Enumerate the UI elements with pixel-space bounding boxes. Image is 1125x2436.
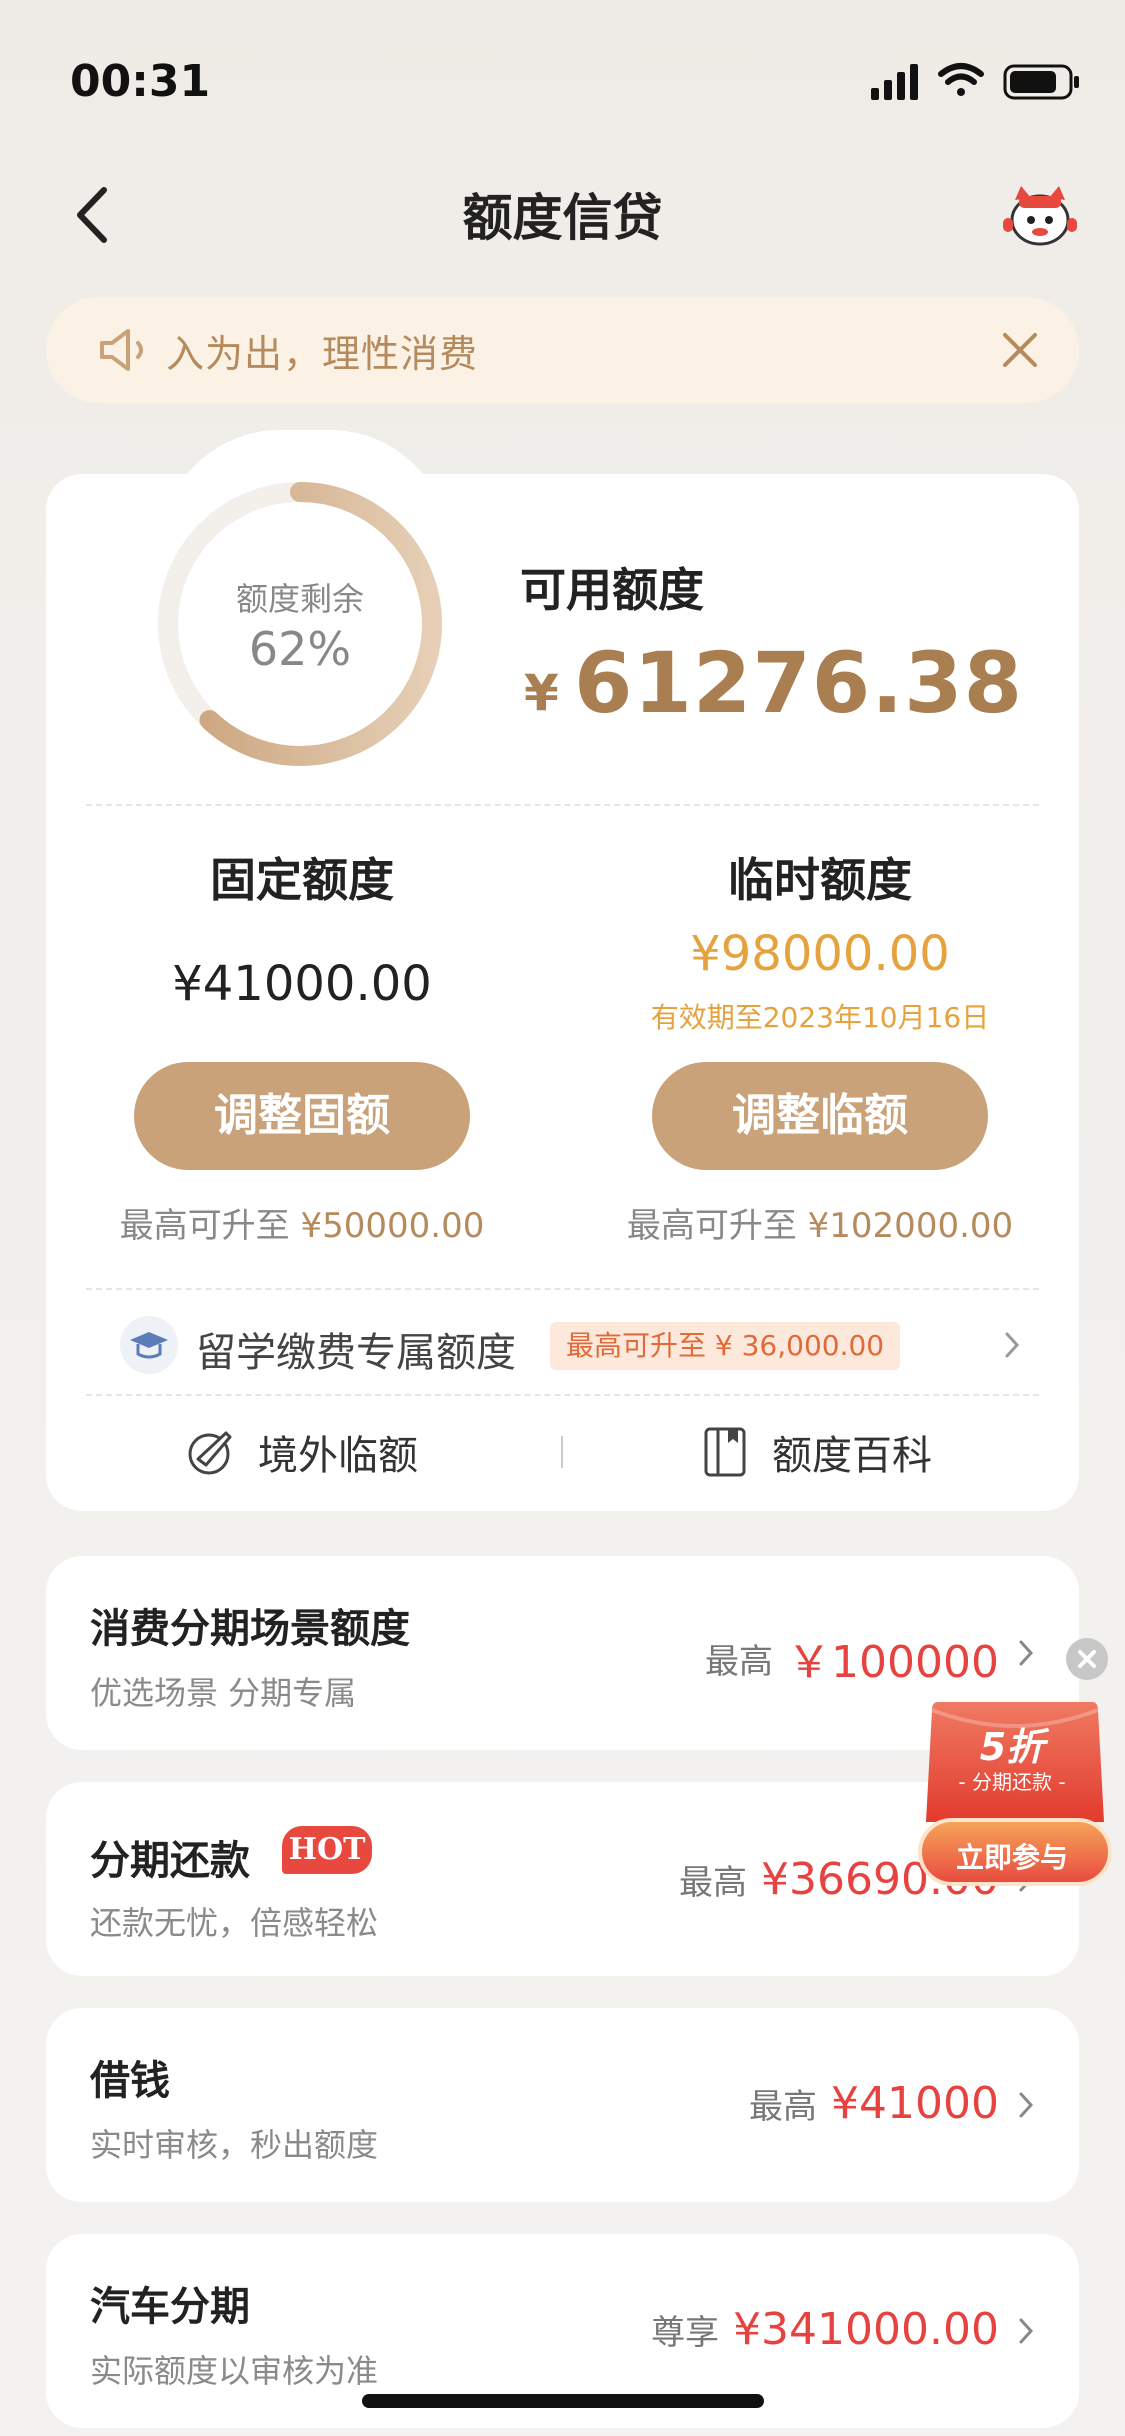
battery-icon: [1003, 64, 1079, 100]
list-item-title: 分期还款: [90, 1838, 250, 1884]
status-icons: [871, 63, 1079, 100]
temp-amount: ¥98000.00: [690, 926, 950, 982]
list-item-amount: ¥341000.00: [733, 2304, 999, 2355]
overseas-label: 境外临额: [258, 1433, 418, 1479]
list-item-title: 消费分期场景额度: [90, 1606, 410, 1652]
credit-card: 额度剩余 62% 可用额度 ¥ 61276.38 固定额度 ¥41000.00 …: [46, 474, 1079, 1511]
temp-title: 临时额度: [728, 853, 912, 907]
study-abroad-label[interactable]: 留学缴费专属额度: [196, 1320, 516, 1378]
encyclopedia-link[interactable]: 额度百科: [700, 1424, 932, 1480]
divider: [86, 804, 1039, 806]
status-time: 00:31: [70, 56, 211, 107]
adjust-fixed-button[interactable]: 调整固额: [134, 1062, 470, 1170]
list-item-prefix: 最高: [749, 2087, 818, 2127]
mascot-icon[interactable]: [1001, 180, 1079, 250]
notice-bar: 入为出，理性消费: [46, 297, 1079, 403]
list-item-prefix: 最高: [679, 1863, 748, 1903]
signal-icon: [871, 64, 918, 100]
list-item-prefix: 最高: [705, 1641, 774, 1682]
hot-badge: HOT: [282, 1826, 372, 1874]
encyclopedia-label: 额度百科: [772, 1433, 932, 1479]
link-divider: [561, 1436, 563, 1468]
promo-join-button[interactable]: 立即参与: [918, 1836, 1106, 1876]
wifi-icon: [938, 63, 984, 96]
list-item-value: 最高 ¥41000: [749, 2078, 999, 2129]
available-amount: 61276.38: [574, 634, 1024, 732]
adjust-temp-button[interactable]: 调整临额: [652, 1062, 988, 1170]
fixed-title: 固定额度: [210, 853, 394, 907]
chevron-right-icon: [1019, 2318, 1034, 2344]
temp-max: 最高可升至 ¥102000.00: [590, 1198, 1050, 1247]
temp-valid-until: 有效期至2023年10月16日: [650, 1001, 990, 1034]
divider: [86, 1288, 1039, 1290]
chevron-right-icon[interactable]: [1001, 1328, 1023, 1362]
available-currency: ¥: [524, 664, 559, 722]
list-item-subtitle: 实际额度以审核为准: [90, 2352, 379, 2390]
study-abroad-tag: 最高可升至 ¥ 36,000.00: [550, 1322, 901, 1370]
promo-discount: 5折: [979, 1725, 1045, 1769]
page-title: 额度信贷: [462, 189, 663, 247]
book-icon: [704, 1427, 746, 1477]
list-item-borrow[interactable]: 借钱 实时审核，秒出额度 最高 ¥41000: [46, 2008, 1079, 2202]
chevron-right-icon: [1019, 2092, 1034, 2118]
ring-label: 额度剩余: [235, 580, 364, 618]
list-item-title: 借钱: [90, 2058, 170, 2104]
fixed-max: 最高可升至 ¥50000.00: [72, 1198, 532, 1247]
chevron-right-icon: [1019, 1640, 1034, 1666]
temp-max-value: ¥102000.00: [807, 1206, 1014, 1246]
list-item-amount: ￥100000: [787, 1637, 999, 1688]
close-icon: [1078, 1650, 1096, 1668]
temp-max-prefix: 最高可升至: [626, 1206, 797, 1246]
list-item-prefix: 尊享: [651, 2313, 720, 2353]
overseas-link[interactable]: 境外临额: [184, 1424, 418, 1480]
speaker-icon: [100, 329, 143, 371]
list-item-title: 汽车分期: [90, 2284, 250, 2330]
list-item-subtitle: 还款无忧，倍感轻松: [90, 1904, 379, 1942]
close-icon[interactable]: [997, 327, 1043, 373]
ring-percent: 62%: [248, 622, 352, 676]
graduation-cap-icon: [120, 1316, 178, 1374]
promo-subtitle: - 分期还款 -: [958, 1770, 1066, 1794]
plane-globe-icon: [188, 1431, 232, 1475]
fixed-max-value: ¥50000.00: [300, 1206, 485, 1246]
fixed-amount: ¥41000.00: [172, 956, 432, 1012]
fixed-max-prefix: 最高可升至: [119, 1206, 290, 1246]
list-item-value: 尊享 ¥341000.00: [651, 2304, 999, 2355]
notice-text: 入为出，理性消费: [166, 332, 479, 376]
promo-close-button[interactable]: [1066, 1638, 1108, 1680]
home-indicator: [362, 2394, 764, 2408]
available-label: 可用额度: [520, 563, 704, 617]
list-item-subtitle: 优选场景 分期专属: [90, 1674, 357, 1712]
list-item-amount: ¥41000: [831, 2078, 999, 2129]
divider: [86, 1394, 1039, 1396]
list-item-value: 最高 ￥100000: [705, 1626, 999, 1690]
list-item-subtitle: 实时审核，秒出额度: [90, 2126, 379, 2164]
